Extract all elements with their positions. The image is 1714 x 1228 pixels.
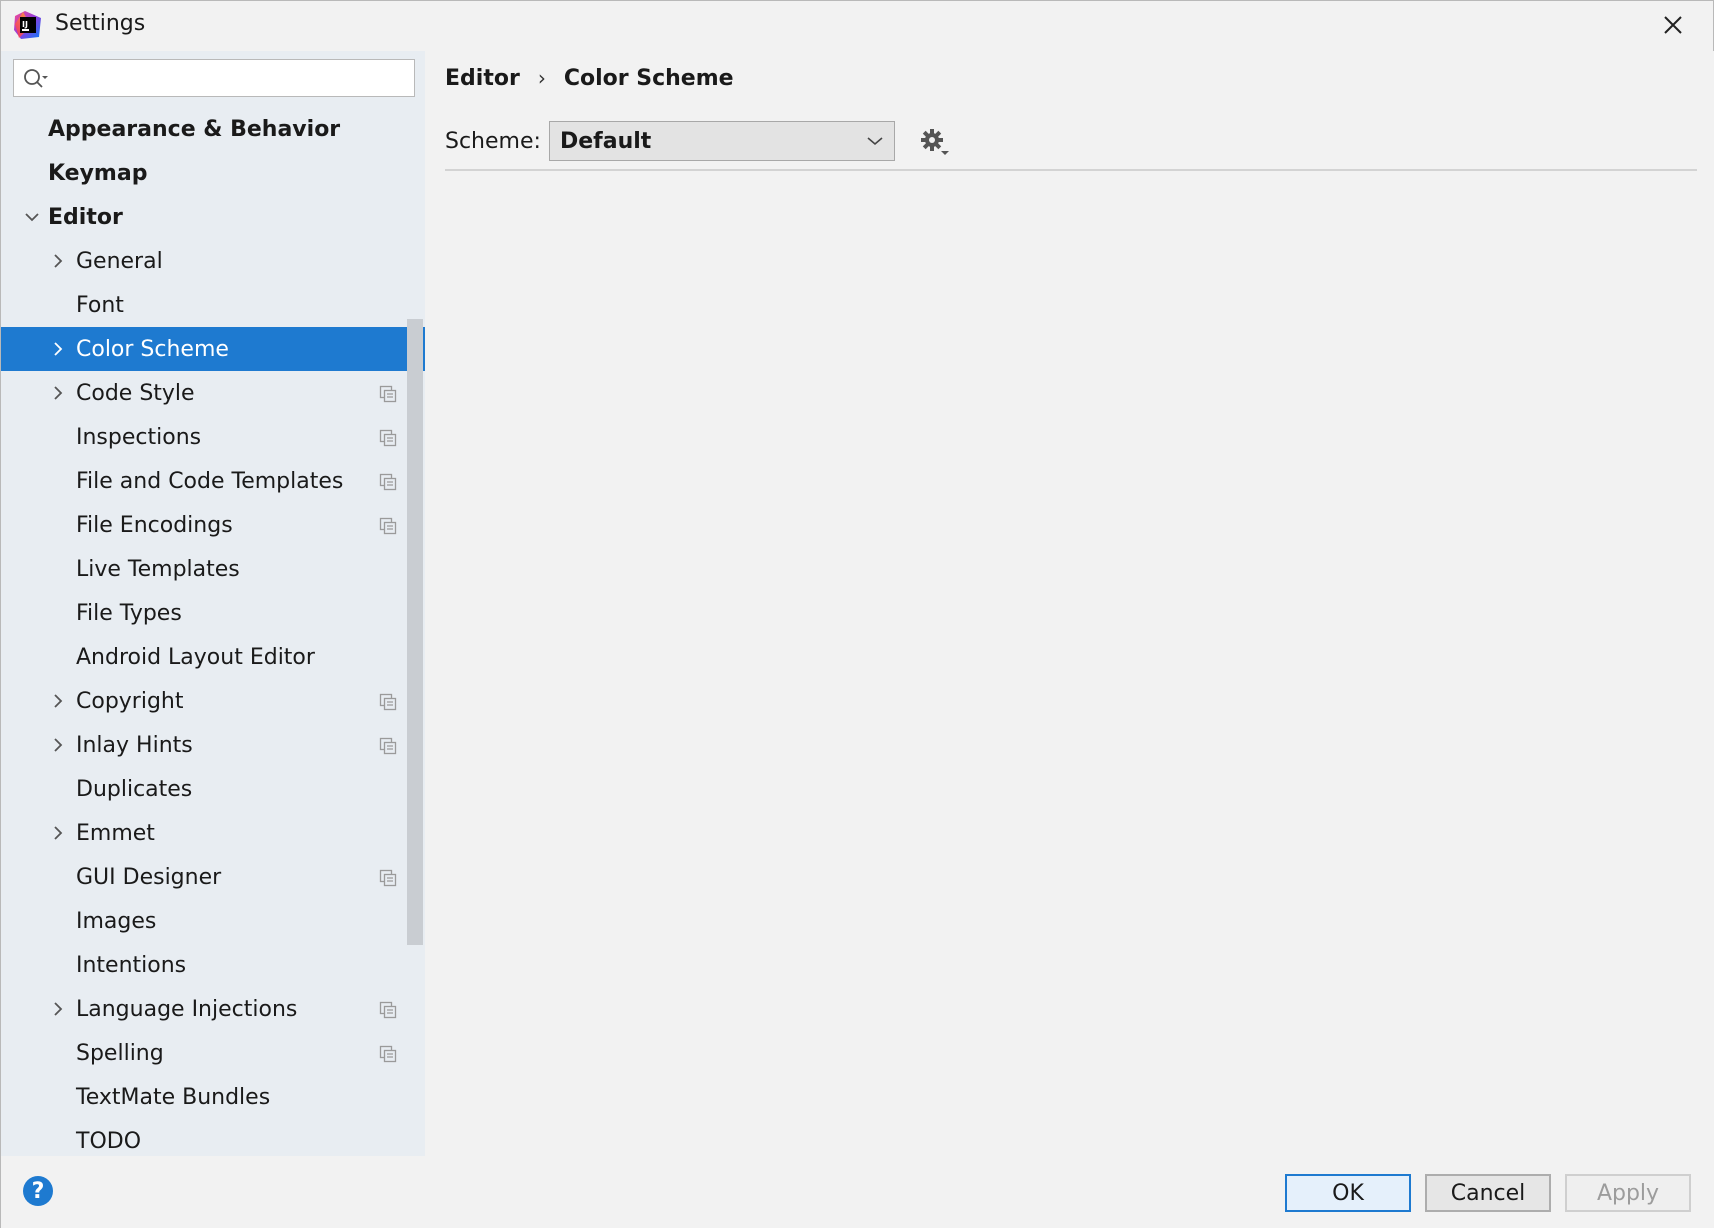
tree-item-label: Editor — [48, 204, 123, 230]
settings-tree: Appearance & Behavior Keymap Editor General… — [1, 107, 425, 1156]
tree-item-inspections[interactable]: Inspections — [1, 415, 425, 459]
intellij-idea-icon: IJ — [14, 11, 41, 39]
project-level-icon — [379, 1000, 397, 1019]
tree-item-todo[interactable]: TODO — [1, 1119, 425, 1156]
close-icon — [1664, 16, 1682, 34]
tree-item-label: Intentions — [76, 952, 187, 978]
project-level-icon — [379, 516, 397, 535]
content-divider — [445, 169, 1697, 171]
search-box[interactable] — [13, 59, 415, 97]
tree-item-label: Language Injections — [76, 996, 298, 1022]
tree-item-label: TODO — [76, 1128, 142, 1154]
tree-item-label: Font — [76, 292, 124, 318]
tree-item-color-scheme[interactable]: Color Scheme — [1, 327, 425, 371]
scheme-label: Scheme: — [445, 129, 541, 154]
breadcrumb-separator: › — [537, 66, 546, 90]
chevron-right-icon[interactable] — [49, 1000, 67, 1018]
tree-item-font[interactable]: Font — [1, 283, 425, 327]
settings-content: Editor › Color Scheme Scheme: Default — [425, 51, 1714, 1156]
tree-item-copyright[interactable]: Copyright — [1, 679, 425, 723]
dialog-footer: ? OK Cancel Apply — [1, 1156, 1714, 1228]
tree-item-duplicates[interactable]: Duplicates — [1, 767, 425, 811]
tree-item-label: Duplicates — [76, 776, 193, 802]
settings-window: IJ Settings Appearance & Behavior Keymap E… — [0, 0, 1714, 1228]
tree-item-label: Images — [76, 908, 157, 934]
window-title: Settings — [55, 11, 146, 36]
ok-button[interactable]: OK — [1285, 1174, 1411, 1212]
tree-item-inlay-hints[interactable]: Inlay Hints — [1, 723, 425, 767]
tree-item-label: General — [76, 248, 163, 274]
tree-item-label: Appearance & Behavior — [48, 116, 341, 142]
project-level-icon — [379, 868, 397, 887]
tree-item-file-encodings[interactable]: File Encodings — [1, 503, 425, 547]
svg-text:IJ: IJ — [22, 20, 28, 29]
tree-item-label: GUI Designer — [76, 864, 222, 890]
tree-item-label: Code Style — [76, 380, 195, 406]
breadcrumb-item-color-scheme: Color Scheme — [563, 65, 734, 91]
scheme-select-value: Default — [560, 128, 652, 154]
tree-item-label: Android Layout Editor — [76, 644, 315, 670]
chevron-down-icon[interactable] — [23, 208, 41, 226]
chevron-right-icon[interactable] — [49, 824, 67, 842]
tree-item-file-types[interactable]: File Types — [1, 591, 425, 635]
project-level-icon — [379, 428, 397, 447]
tree-item-language-injections[interactable]: Language Injections — [1, 987, 425, 1031]
breadcrumb: Editor › Color Scheme — [445, 63, 734, 93]
help-icon[interactable]: ? — [23, 1176, 53, 1206]
chevron-right-icon[interactable] — [49, 384, 67, 402]
sidebar-scrollbar[interactable] — [407, 319, 423, 945]
tree-item-android-layout-editor[interactable]: Android Layout Editor — [1, 635, 425, 679]
tree-item-code-style[interactable]: Code Style — [1, 371, 425, 415]
search-input[interactable] — [54, 62, 409, 94]
cancel-button[interactable]: Cancel — [1425, 1174, 1551, 1212]
settings-sidebar: Appearance & Behavior Keymap Editor General… — [1, 51, 425, 1156]
tree-item-label: Inlay Hints — [76, 732, 193, 758]
tree-item-file-and-code-templates[interactable]: File and Code Templates — [1, 459, 425, 503]
tree-item-label: Color Scheme — [76, 336, 229, 362]
tree-item-label: Live Templates — [76, 556, 240, 582]
tree-item-label: Keymap — [48, 160, 148, 186]
chevron-down-icon — [867, 137, 883, 146]
project-level-icon — [379, 1044, 397, 1063]
tree-item-textmate-bundles[interactable]: TextMate Bundles — [1, 1075, 425, 1119]
apply-button[interactable]: Apply — [1565, 1174, 1691, 1212]
tree-item-label: Copyright — [76, 688, 184, 714]
scheme-select[interactable]: Default — [549, 121, 895, 161]
tree-item-general[interactable]: General — [1, 239, 425, 283]
chevron-right-icon[interactable] — [49, 736, 67, 754]
title-bar: IJ Settings — [1, 1, 1713, 51]
chevron-right-icon[interactable] — [49, 252, 67, 270]
tree-item-intentions[interactable]: Intentions — [1, 943, 425, 987]
project-level-icon — [379, 384, 397, 403]
gear-icon[interactable] — [919, 127, 951, 159]
tree-item-editor[interactable]: Editor — [1, 195, 425, 239]
project-level-icon — [379, 472, 397, 491]
chevron-right-icon[interactable] — [49, 692, 67, 710]
tree-item-emmet[interactable]: Emmet — [1, 811, 425, 855]
tree-item-keymap[interactable]: Keymap — [1, 151, 425, 195]
tree-item-label: Emmet — [76, 820, 155, 846]
search-icon — [24, 69, 48, 88]
tree-item-images[interactable]: Images — [1, 899, 425, 943]
tree-item-label: Inspections — [76, 424, 202, 450]
close-button[interactable] — [1653, 7, 1693, 43]
tree-item-spelling[interactable]: Spelling — [1, 1031, 425, 1075]
breadcrumb-item-editor[interactable]: Editor — [445, 66, 520, 91]
tree-item-label: TextMate Bundles — [76, 1084, 271, 1110]
tree-item-label: File Types — [76, 600, 182, 626]
tree-item-live-templates[interactable]: Live Templates — [1, 547, 425, 591]
tree-item-appearance-and-behavior[interactable]: Appearance & Behavior — [1, 107, 425, 151]
project-level-icon — [379, 692, 397, 711]
tree-item-gui-designer[interactable]: GUI Designer — [1, 855, 425, 899]
tree-item-label: File Encodings — [76, 512, 233, 538]
project-level-icon — [379, 736, 397, 755]
tree-item-label: Spelling — [76, 1040, 164, 1066]
chevron-right-icon[interactable] — [49, 340, 67, 358]
tree-item-label: File and Code Templates — [76, 468, 344, 494]
